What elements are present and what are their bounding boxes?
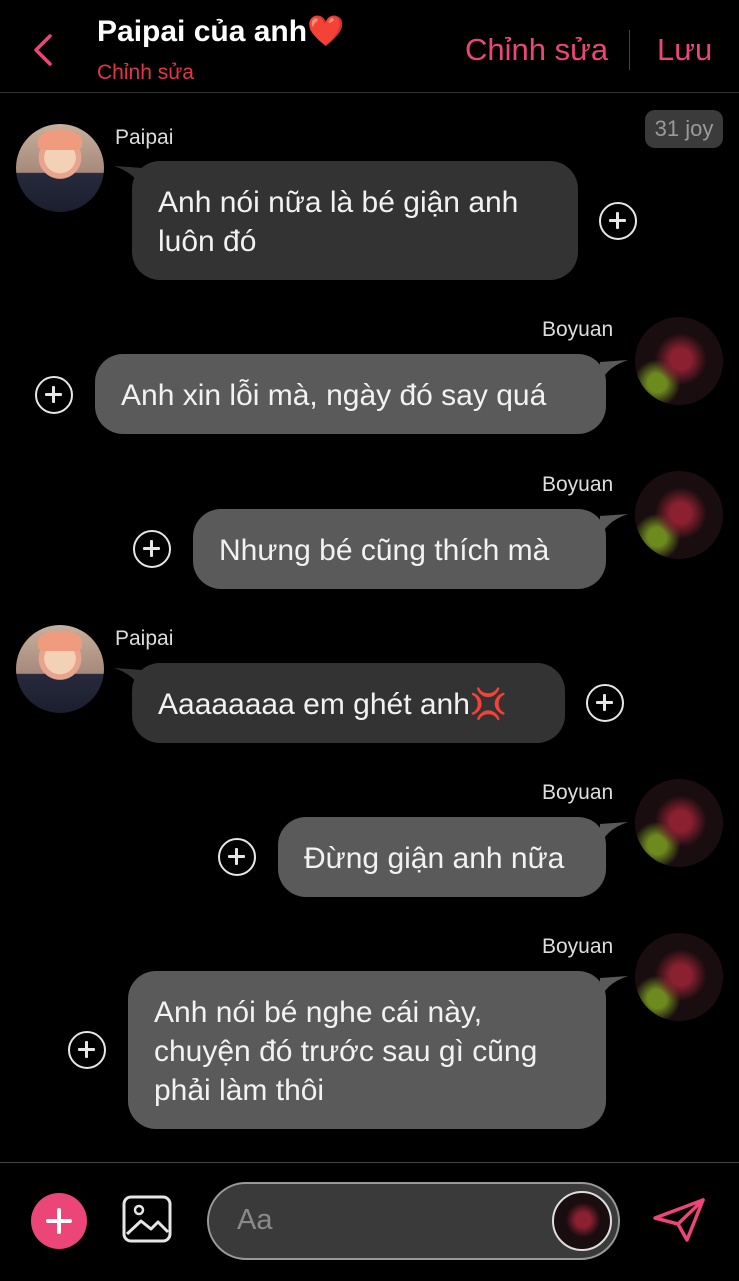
- chat-subtitle: Chỉnh sửa: [97, 61, 194, 84]
- back-chevron-icon[interactable]: [30, 28, 60, 72]
- sender-name: Boyuan: [542, 781, 614, 804]
- message-input[interactable]: Aa: [207, 1182, 620, 1260]
- message-bubble[interactable]: Nhưng bé cũng thích mà: [193, 509, 606, 589]
- message-bubble[interactable]: Đừng giận anh nữa: [278, 817, 606, 897]
- avatar-boyuan[interactable]: [635, 933, 723, 1021]
- plus-circle-icon[interactable]: [599, 202, 637, 240]
- plus-circle-icon[interactable]: [586, 684, 624, 722]
- message-line: Aaaaaaaa em ghét anh💢: [158, 688, 508, 721]
- avatar-boyuan[interactable]: [635, 779, 723, 867]
- message-line: chuyện đó trước sau gì cũng: [154, 1035, 538, 1068]
- add-icon[interactable]: [31, 1193, 87, 1249]
- sender-name: Paipai: [115, 627, 174, 650]
- message-bubble[interactable]: Anh nói bé nghe cái này, chuyện đó trước…: [128, 971, 606, 1129]
- send-icon[interactable]: [651, 1196, 707, 1244]
- image-icon[interactable]: [121, 1194, 173, 1244]
- edit-button[interactable]: Chỉnh sửa: [465, 32, 608, 68]
- avatar-paipai[interactable]: [16, 124, 104, 212]
- message-line: Anh nói bé nghe cái này,: [154, 996, 483, 1029]
- avatar-paipai[interactable]: [16, 625, 104, 713]
- message-bubble[interactable]: Anh nói nữa là bé giận anh luôn đó: [132, 161, 578, 280]
- plus-circle-icon[interactable]: [218, 838, 256, 876]
- message-line: Anh nói nữa là bé giận anh: [158, 186, 519, 219]
- sender-name: Boyuan: [542, 318, 614, 341]
- sender-name: Boyuan: [542, 935, 614, 958]
- plus-circle-icon[interactable]: [68, 1031, 106, 1069]
- message-bubble[interactable]: Aaaaaaaa em ghét anh💢: [132, 663, 565, 743]
- save-button[interactable]: Lưu: [657, 32, 712, 68]
- message-line: Đừng giận anh nữa: [304, 842, 565, 875]
- plus-circle-icon[interactable]: [133, 530, 171, 568]
- chat-header: Paipai của anh❤️ Chỉnh sửa Chỉnh sửa Lưu: [0, 0, 739, 93]
- message-line: phải làm thôi: [154, 1074, 325, 1107]
- message-line: Nhưng bé cũng thích mà: [219, 534, 550, 567]
- plus-circle-icon[interactable]: [35, 376, 73, 414]
- avatar-boyuan[interactable]: [635, 471, 723, 559]
- message-line: Anh xin lỗi mà, ngày đó say quá: [121, 379, 547, 412]
- avatar-boyuan[interactable]: [635, 317, 723, 405]
- message-input-placeholder: Aa: [237, 1204, 273, 1236]
- avatar-boyuan-mini[interactable]: [552, 1191, 612, 1251]
- message-line: luôn đó: [158, 225, 257, 258]
- header-divider: [629, 30, 630, 70]
- chat-title: Paipai của anh❤️: [97, 15, 345, 48]
- sender-name: Paipai: [115, 126, 174, 149]
- timestamp-badge: 31 joy: [645, 110, 723, 148]
- sender-name: Boyuan: [542, 473, 614, 496]
- message-bubble[interactable]: Anh xin lỗi mà, ngày đó say quá: [95, 354, 606, 434]
